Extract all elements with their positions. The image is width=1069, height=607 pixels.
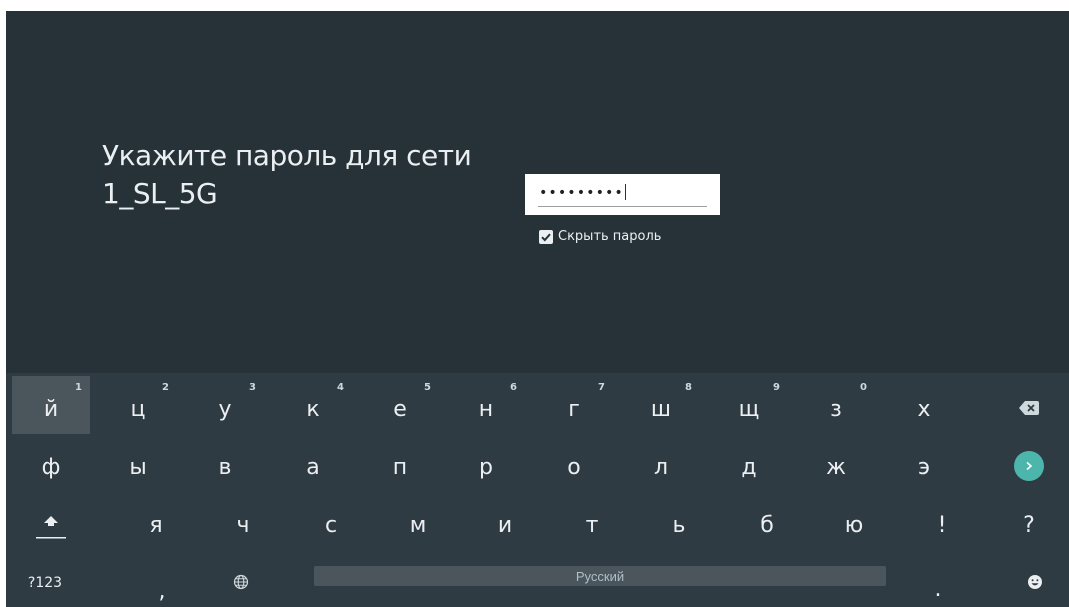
hide-password-label: Скрыть пароль	[558, 229, 662, 244]
emoji-key[interactable]	[996, 550, 1069, 607]
key-о[interactable]: о	[535, 434, 613, 492]
keyboard-row-4: ?123 , Русский .	[6, 550, 1069, 607]
title-line-1: Укажите пароль для сети	[102, 139, 472, 172]
key-question[interactable]: ?	[990, 492, 1068, 550]
password-value: •••••••••	[539, 184, 626, 201]
key-м[interactable]: м	[379, 492, 457, 550]
password-field[interactable]: •••••••••	[525, 174, 720, 215]
space-label: Русский	[575, 568, 625, 584]
network-name: 1_SL_5G	[102, 177, 218, 210]
language-key[interactable]	[202, 550, 280, 607]
globe-icon	[233, 574, 249, 590]
key-л[interactable]: л	[622, 434, 700, 492]
field-underline	[538, 206, 707, 207]
shift-arrow-icon	[36, 516, 66, 539]
symbols-key[interactable]: ?123	[6, 550, 84, 607]
key-и[interactable]: и	[466, 492, 544, 550]
key-exclamation[interactable]: !	[903, 492, 981, 550]
key-й[interactable]: й1	[12, 376, 90, 434]
key-ф[interactable]: ф	[12, 434, 90, 492]
keyboard-row-1: й1 ц2 у3 к4 е5 н6 г7 ш8 щ9 з0 х	[6, 376, 1069, 434]
key-ч[interactable]: ч	[204, 492, 282, 550]
wifi-password-screen: Укажите пароль для сети 1_SL_5G ••••••••…	[6, 11, 1069, 607]
text-cursor	[624, 184, 626, 200]
backspace-icon	[1019, 401, 1039, 415]
hide-password-checkbox[interactable]	[539, 229, 553, 244]
keyboard-row-3: я ч с м и т ь б ю ! ?	[6, 492, 1069, 550]
key-к[interactable]: к4	[274, 376, 352, 434]
hide-password-toggle[interactable]: Скрыть пароль	[539, 229, 661, 244]
emoji-icon	[1028, 575, 1042, 589]
key-ы[interactable]: ы	[99, 434, 177, 492]
key-г[interactable]: г7	[535, 376, 613, 434]
key-э[interactable]: э	[885, 434, 963, 492]
keyboard-row-2: ф ы в а п р о л д ж э	[6, 434, 1069, 492]
key-б[interactable]: б	[728, 492, 806, 550]
key-т[interactable]: т	[553, 492, 631, 550]
page-title: Укажите пароль для сети 1_SL_5G	[102, 137, 472, 213]
key-ь[interactable]: ь	[640, 492, 718, 550]
key-а[interactable]: а	[274, 434, 352, 492]
key-с[interactable]: с	[292, 492, 370, 550]
backspace-key[interactable]	[990, 376, 1068, 434]
key-з[interactable]: з0	[797, 376, 875, 434]
enter-key[interactable]	[990, 434, 1068, 492]
next-arrow-icon	[1014, 451, 1044, 481]
key-я[interactable]: я	[117, 492, 195, 550]
key-е[interactable]: е5	[361, 376, 439, 434]
key-в[interactable]: в	[186, 434, 264, 492]
key-д[interactable]: д	[710, 434, 788, 492]
key-period[interactable]: .	[899, 550, 977, 607]
key-х[interactable]: х	[885, 376, 963, 434]
check-icon	[541, 233, 551, 241]
onscreen-keyboard: й1 ц2 у3 к4 е5 н6 г7 ш8 щ9 з0 х ф ы в а	[6, 373, 1069, 607]
key-р[interactable]: р	[447, 434, 525, 492]
key-ц[interactable]: ц2	[99, 376, 177, 434]
shift-key[interactable]	[12, 492, 90, 550]
key-ш[interactable]: ш8	[622, 376, 700, 434]
key-п[interactable]: п	[361, 434, 439, 492]
key-у[interactable]: у3	[186, 376, 264, 434]
key-ж[interactable]: ж	[797, 434, 875, 492]
key-н[interactable]: н6	[447, 376, 525, 434]
key-comma[interactable]: ,	[123, 550, 201, 607]
key-щ[interactable]: щ9	[710, 376, 788, 434]
key-ю[interactable]: ю	[815, 492, 893, 550]
space-bar[interactable]: Русский	[314, 566, 886, 586]
